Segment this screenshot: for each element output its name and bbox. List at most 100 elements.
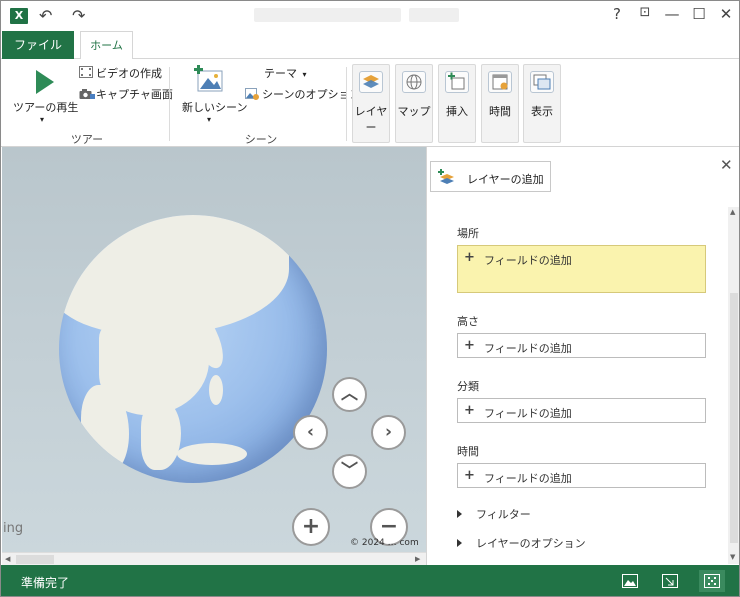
- pane-vertical-scrollbar[interactable]: ▲ ▼: [728, 207, 739, 564]
- status-text: 準備完了: [21, 576, 70, 590]
- time-tile-label: 時間: [489, 105, 511, 118]
- layer-options-label: レイヤーのオプション: [476, 537, 586, 550]
- layer-pane: レイヤーの追加 ✕ 場所 + フィールドの追加 高さ + フィールドの追加 分類…: [426, 147, 739, 565]
- minimize-button[interactable]: —: [661, 5, 683, 23]
- time-field-drop[interactable]: + フィールドの追加: [457, 463, 706, 488]
- add-field-label: フィールドの追加: [484, 342, 572, 355]
- tour-group-label: ツアー: [70, 133, 104, 146]
- layer-pane-icon: [662, 574, 678, 588]
- field-list-toggle[interactable]: [699, 570, 725, 592]
- layer-tile-label: レイヤー: [354, 105, 388, 134]
- play-tour-button[interactable]: ツアーの再生 ▾: [11, 65, 79, 127]
- map-view[interactable]: ︿ ‹ › ﹀ + − ing © 2024 … com: [2, 147, 426, 552]
- scroll-thumb[interactable]: [730, 293, 738, 543]
- layer-tile-button[interactable]: レイヤー: [352, 64, 390, 143]
- field-list-icon: [704, 574, 720, 588]
- filter-expander[interactable]: フィルター: [457, 506, 531, 522]
- view-icon: [530, 71, 554, 93]
- expand-triangle-icon: [457, 539, 462, 547]
- help-button[interactable]: ?: [606, 5, 628, 23]
- insert-tile-button[interactable]: 挿入: [438, 64, 476, 143]
- theme-label: テーマ: [264, 67, 297, 80]
- ribbon-display-options-button[interactable]: ⊡: [634, 5, 656, 20]
- view-tile-label: 表示: [531, 105, 553, 118]
- capture-screen-label: キャプチャ画面: [96, 88, 173, 101]
- play-tour-label: ツアーの再生: [13, 101, 79, 114]
- scroll-thumb[interactable]: [16, 555, 54, 564]
- globe-icon: [402, 71, 426, 93]
- power-map-window: X ↶ ↷ ? ⊡ — ☐ ✕ ファイル ホーム ツアーの再生 ▾ ビデオの作成…: [0, 0, 740, 597]
- tour-editor-toggle[interactable]: [617, 570, 643, 592]
- chevron-down-icon: ▾: [302, 70, 307, 79]
- ribbon-home: ツアーの再生 ▾ ビデオの作成 キャプチャ画面 ツアー 新しいシーン ▾ テーマ…: [1, 59, 739, 147]
- chevron-down-icon: ▾: [207, 115, 212, 124]
- scene-group-label: シーン: [244, 133, 278, 146]
- video-icon: [79, 66, 93, 78]
- filter-label: フィルター: [476, 508, 531, 521]
- camera-icon: [79, 89, 95, 99]
- plus-icon: +: [464, 468, 475, 483]
- new-scene-label: 新しいシーン: [182, 101, 248, 114]
- land-asia: [59, 215, 289, 335]
- maximize-button[interactable]: ☐: [688, 5, 710, 23]
- tilt-down-button[interactable]: ﹀: [332, 454, 367, 489]
- land-southeast-asia: [141, 400, 181, 470]
- play-icon: [36, 70, 54, 94]
- category-field-drop[interactable]: + フィールドの追加: [457, 398, 706, 423]
- expand-triangle-icon: [457, 510, 462, 518]
- insert-tile-label: 挿入: [446, 105, 468, 118]
- create-video-label: ビデオの作成: [96, 67, 162, 80]
- tab-home[interactable]: ホーム: [80, 31, 133, 60]
- time-field-label: 時間: [457, 445, 479, 458]
- ribbon-divider: [346, 67, 347, 141]
- document-title-redacted-2: [409, 8, 459, 22]
- scroll-left-icon[interactable]: ◀: [5, 555, 10, 563]
- tilt-up-button[interactable]: ︿: [332, 377, 367, 412]
- map-tile-button[interactable]: マップ: [395, 64, 433, 143]
- map-copyright: © 2024 … com: [350, 538, 419, 548]
- add-layer-icon: [438, 169, 454, 184]
- map-tile-label: マップ: [397, 105, 431, 118]
- rotate-left-button[interactable]: ‹: [293, 415, 328, 450]
- scene-options-icon: [245, 88, 259, 100]
- add-layer-button[interactable]: レイヤーの追加: [430, 161, 551, 192]
- view-tile-button[interactable]: 表示: [523, 64, 561, 143]
- scroll-down-icon[interactable]: ▼: [730, 553, 735, 561]
- status-bar: 準備完了: [1, 565, 739, 596]
- scroll-up-icon[interactable]: ▲: [730, 208, 735, 216]
- bing-logo-fragment: ing: [3, 521, 24, 536]
- location-field-label: 場所: [457, 227, 479, 240]
- new-scene-button[interactable]: 新しいシーン ▾: [181, 63, 247, 127]
- layer-pane-toggle[interactable]: [657, 570, 683, 592]
- plus-icon: +: [464, 338, 475, 353]
- theme-button[interactable]: テーマ ▾: [264, 65, 307, 81]
- document-title-redacted: [254, 8, 401, 22]
- time-tile-button[interactable]: 時間: [481, 64, 519, 143]
- layer-options-expander[interactable]: レイヤーのオプション: [457, 535, 586, 551]
- calendar-icon: [488, 71, 512, 93]
- close-window-button[interactable]: ✕: [715, 5, 737, 23]
- add-field-label: フィールドの追加: [484, 407, 572, 420]
- land-indonesia: [177, 443, 247, 465]
- zoom-in-button[interactable]: +: [292, 508, 330, 546]
- layers-icon: [359, 71, 383, 93]
- close-pane-button[interactable]: ✕: [720, 156, 733, 174]
- add-layer-label: レイヤーの追加: [467, 173, 544, 186]
- map-horizontal-scrollbar[interactable]: ◀ ▶: [2, 552, 426, 565]
- undo-icon[interactable]: ↶: [39, 6, 52, 25]
- insert-icon: [445, 71, 469, 93]
- land-philippines: [209, 375, 223, 405]
- add-field-label: フィールドの追加: [484, 472, 572, 485]
- new-scene-icon: [194, 65, 223, 92]
- title-bar: X ↶ ↷ ? ⊡ — ☐ ✕: [1, 1, 739, 31]
- rotate-right-button[interactable]: ›: [371, 415, 406, 450]
- ribbon-divider: [169, 67, 170, 141]
- tab-file[interactable]: ファイル: [2, 31, 74, 59]
- add-field-label: フィールドの追加: [484, 254, 572, 267]
- redo-icon[interactable]: ↷: [72, 6, 85, 25]
- category-field-label: 分類: [457, 380, 479, 393]
- scroll-right-icon[interactable]: ▶: [415, 555, 420, 563]
- globe[interactable]: [59, 215, 327, 483]
- height-field-drop[interactable]: + フィールドの追加: [457, 333, 706, 358]
- location-field-drop[interactable]: + フィールドの追加: [457, 245, 706, 293]
